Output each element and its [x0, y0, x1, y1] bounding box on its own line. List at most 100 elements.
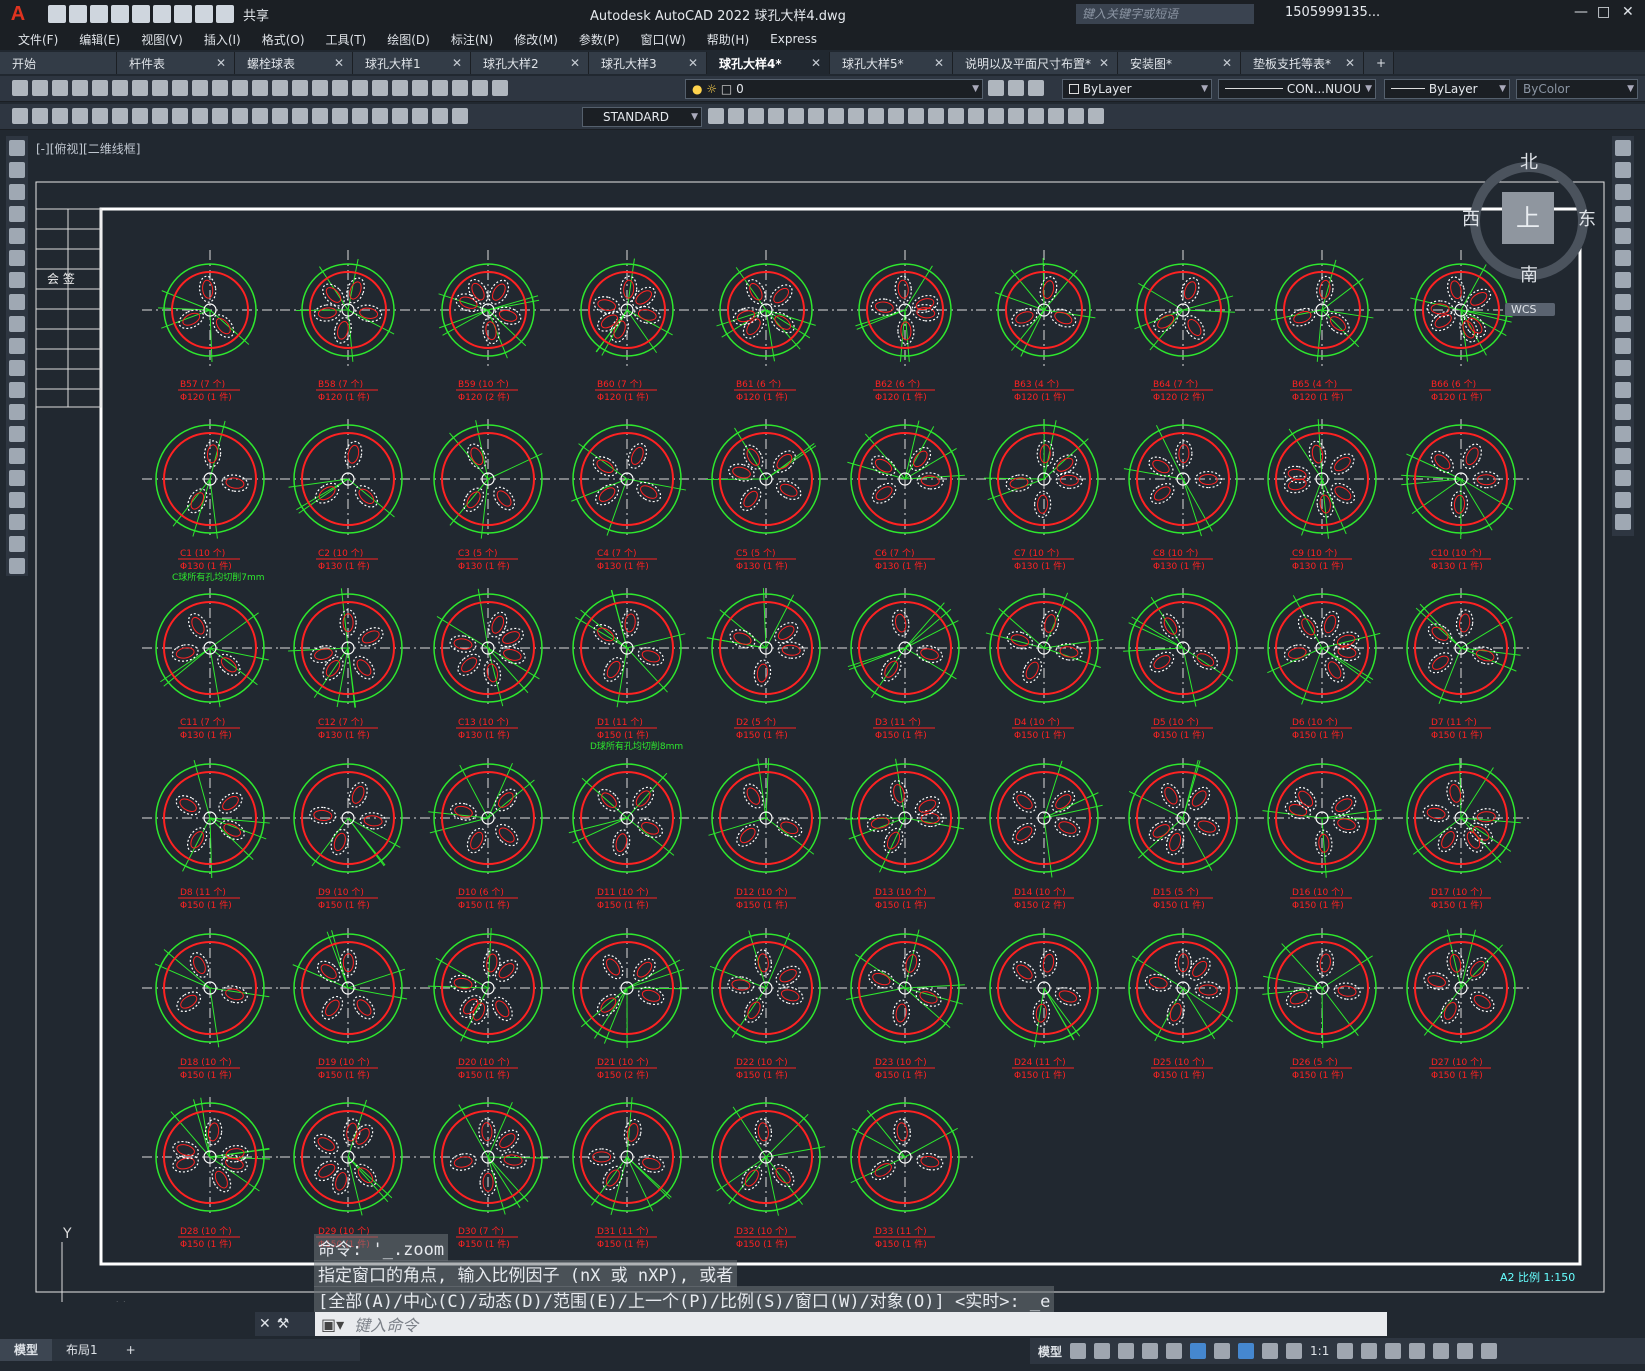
dim-edit-icon[interactable]: [412, 108, 428, 124]
open-file-icon[interactable]: [32, 80, 48, 96]
file-tab[interactable]: 安装图* ✕: [1118, 52, 1241, 74]
close-tab-icon[interactable]: ✕: [811, 56, 821, 70]
ball-detail[interactable]: D16 (10 个)Φ150 (1 件): [1254, 758, 1390, 911]
zoom-window-icon[interactable]: [312, 80, 328, 96]
polar-icon[interactable]: [1142, 1343, 1159, 1359]
tool-palettes-icon[interactable]: [392, 80, 408, 96]
insert-icon[interactable]: [32, 108, 48, 124]
ball-detail[interactable]: C7 (10 个)Φ130 (1 件): [976, 418, 1112, 572]
print-preview-icon[interactable]: [92, 80, 108, 96]
ball-detail[interactable]: D18 (10 个)Φ150 (1 件): [142, 928, 278, 1081]
auto-scale-icon[interactable]: [1262, 1343, 1279, 1359]
paste-icon[interactable]: [192, 80, 208, 96]
menu-item[interactable]: 工具(T): [326, 31, 367, 48]
center-mark-icon[interactable]: [352, 108, 368, 124]
ball-detail[interactable]: B64 (7 个)Φ120 (2 件): [1115, 250, 1251, 403]
save-icon[interactable]: [90, 5, 108, 23]
wcs-menu[interactable]: WCS: [1505, 303, 1555, 316]
close-command-icon[interactable]: ✕: [259, 1316, 271, 1332]
customize-wrench-icon[interactable]: ⚒: [277, 1316, 290, 1332]
explode-icon[interactable]: [1615, 514, 1631, 530]
angular-icon[interactable]: [212, 108, 228, 124]
dim-update-icon[interactable]: [452, 108, 468, 124]
layer-state-icon[interactable]: [1028, 80, 1044, 96]
color-dropdown[interactable]: ByLayer ▼: [1062, 79, 1212, 99]
compass-north[interactable]: 北: [1520, 148, 1538, 174]
ball-detail[interactable]: D22 (10 个)Φ150 (1 件): [698, 928, 834, 1081]
publish-icon[interactable]: [112, 80, 128, 96]
file-tab[interactable]: 说明以及平面尺寸布置* ✕: [953, 52, 1118, 74]
jogged-linear-icon[interactable]: [392, 108, 408, 124]
ball-detail[interactable]: D25 (10 个)Φ150 (1 件): [1115, 928, 1251, 1081]
units-icon[interactable]: [1385, 1343, 1402, 1359]
ball-detail[interactable]: B57 (7 个)Φ120 (1 件): [142, 250, 278, 403]
ball-detail[interactable]: B62 (6 个)Φ120 (1 件): [837, 250, 973, 403]
scale-icon[interactable]: [1615, 294, 1631, 310]
app-logo-icon[interactable]: A: [0, 0, 36, 28]
array-icon[interactable]: [1615, 228, 1631, 244]
menu-item[interactable]: 编辑(E): [79, 31, 120, 48]
save-as-icon[interactable]: [111, 5, 129, 23]
ball-detail[interactable]: D4 (10 个)Φ150 (1 件): [976, 588, 1112, 741]
quick-properties-icon[interactable]: [1409, 1343, 1426, 1359]
close-tab-icon[interactable]: ✕: [1222, 56, 1232, 70]
ball-detail[interactable]: C8 (10 个)Φ130 (1 件): [1115, 419, 1251, 572]
copy-icon[interactable]: [1615, 162, 1631, 178]
ball-detail[interactable]: D29 (10 个)Φ150 (1 件): [280, 1097, 416, 1250]
layer-walk-icon[interactable]: [52, 108, 68, 124]
menu-item[interactable]: 文件(F): [18, 31, 58, 48]
quick-dim-icon[interactable]: [232, 108, 248, 124]
stretch-icon[interactable]: [888, 108, 904, 124]
trim-icon[interactable]: [908, 108, 924, 124]
ball-detail[interactable]: D12 (10 个)Φ150 (1 件): [698, 758, 834, 911]
minimize-icon[interactable]: —: [1574, 4, 1588, 20]
join-icon[interactable]: [968, 108, 984, 124]
ball-detail[interactable]: B59 (10 个)Φ120 (2 件): [420, 250, 556, 403]
ball-detail[interactable]: B58 (7 个)Φ120 (1 件): [280, 250, 416, 403]
extend-icon[interactable]: [928, 108, 944, 124]
ball-detail[interactable]: C1 (10 个)Φ130 (1 件): [142, 419, 278, 572]
lineweight-icon[interactable]: [1214, 1343, 1231, 1359]
ball-detail[interactable]: D33 (11 个)Φ150 (1 件): [837, 1097, 973, 1250]
pan-icon[interactable]: [272, 80, 288, 96]
viewcube-top-face[interactable]: 上: [1502, 192, 1554, 244]
baseline-icon[interactable]: [252, 108, 268, 124]
ball-detail[interactable]: C11 (7 个)Φ130 (1 件): [142, 588, 278, 741]
command-line[interactable]: ✕ ⚒ ▣▾ 键入命令: [255, 1312, 1387, 1336]
join-icon[interactable]: [1615, 426, 1631, 442]
compass-east[interactable]: 东: [1578, 205, 1596, 231]
file-tab[interactable]: 球孔大样1 ✕: [353, 52, 471, 74]
search-input[interactable]: 键入关键字或短语: [1076, 4, 1254, 24]
ball-detail[interactable]: B61 (6 个)Φ120 (1 件): [698, 250, 834, 403]
fullscreen-icon[interactable]: [1457, 1343, 1474, 1359]
arc-length-icon[interactable]: [112, 108, 128, 124]
new-tab-icon[interactable]: +: [1364, 52, 1394, 74]
ball-detail[interactable]: D1 (11 个)Φ150 (1 件): [559, 588, 695, 741]
ball-detail[interactable]: B65 (4 个)Φ120 (1 件): [1254, 250, 1390, 403]
blend-icon[interactable]: [1048, 108, 1064, 124]
fillet-icon[interactable]: [1008, 108, 1024, 124]
move-icon[interactable]: [1615, 250, 1631, 266]
diameter-icon[interactable]: [192, 108, 208, 124]
menu-item[interactable]: 参数(P): [579, 31, 620, 48]
break-at-point-icon[interactable]: [1615, 382, 1631, 398]
blend-icon[interactable]: [1615, 492, 1631, 508]
dim-text-edit-icon[interactable]: [432, 108, 448, 124]
extend-icon[interactable]: [1615, 360, 1631, 376]
ball-detail[interactable]: D17 (10 个)Φ150 (1 件): [1393, 758, 1529, 911]
ball-detail[interactable]: D23 (10 个)Φ150 (1 件): [837, 928, 973, 1081]
ball-detail[interactable]: C6 (7 个)Φ130 (1 件): [837, 419, 973, 572]
sheet-set-icon[interactable]: [412, 80, 428, 96]
layer-properties-icon[interactable]: [492, 80, 508, 96]
annotation-monitor-icon[interactable]: [1361, 1343, 1378, 1359]
menu-item[interactable]: 标注(N): [451, 31, 493, 48]
ball-detail[interactable]: D24 (11 个)Φ150 (1 件): [976, 928, 1112, 1081]
isodraft-icon[interactable]: [1166, 1343, 1183, 1359]
stretch-icon[interactable]: [1615, 316, 1631, 332]
help-icon[interactable]: [472, 80, 488, 96]
erase-icon[interactable]: [728, 108, 744, 124]
copy-icon[interactable]: [172, 80, 188, 96]
close-tab-icon[interactable]: ✕: [1345, 56, 1355, 70]
ball-detail[interactable]: D8 (11 个)Φ150 (1 件): [142, 758, 278, 911]
tab-model[interactable]: 模型: [0, 1339, 53, 1361]
